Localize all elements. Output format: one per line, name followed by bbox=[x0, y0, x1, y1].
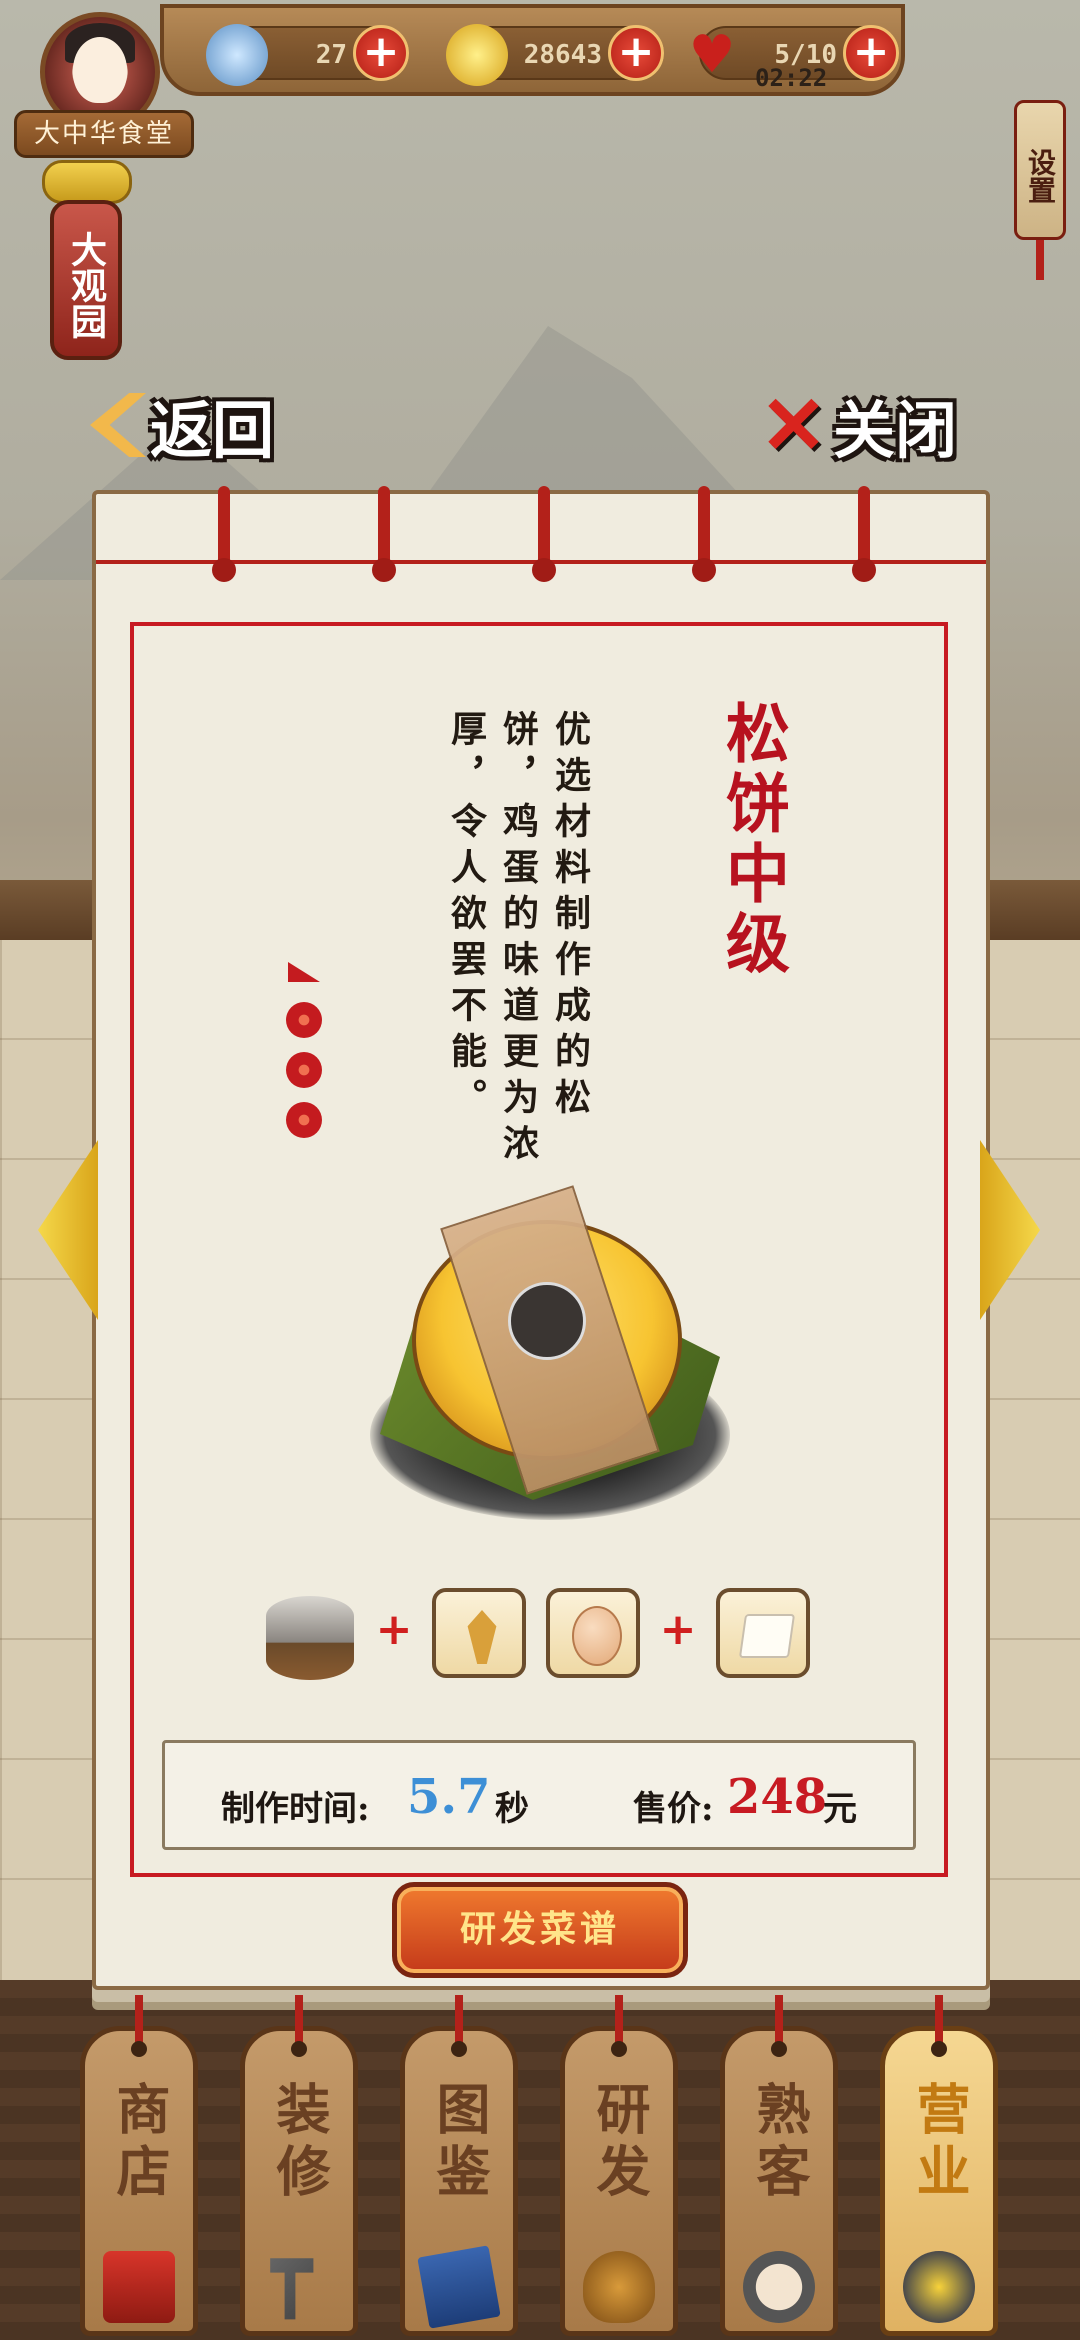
rating-flower-icon bbox=[286, 1052, 322, 1088]
nav-label: 营业 bbox=[907, 2081, 971, 2205]
egg-icon[interactable] bbox=[546, 1588, 640, 1678]
close-button[interactable]: ✕ 关闭 bbox=[760, 378, 1000, 472]
coin-resource: 28643 + bbox=[446, 24, 664, 86]
tofu-icon[interactable] bbox=[716, 1588, 810, 1678]
price-label: 售价: bbox=[633, 1789, 714, 1829]
hammer-icon bbox=[270, 2258, 314, 2320]
price-unit: 元 bbox=[823, 1789, 857, 1829]
ingot-resource: 27 + bbox=[206, 24, 409, 86]
nav-label: 图鉴 bbox=[427, 2081, 491, 2205]
close-icon: ✕ bbox=[760, 378, 828, 472]
nav-label: 研发 bbox=[587, 2081, 651, 2205]
ingot-icon bbox=[206, 24, 268, 86]
back-label: 返回 bbox=[150, 394, 275, 467]
research-recipe-button[interactable]: 研发菜谱 bbox=[392, 1882, 688, 1978]
settings-button[interactable]: 设置 bbox=[1014, 100, 1066, 240]
recipe-info-box: 制作时间: 5.7 秒 售价: 248 元 bbox=[162, 1740, 916, 1850]
rating-marker-icon bbox=[288, 962, 320, 982]
bow-decoration bbox=[42, 160, 132, 204]
ingot-count: 27 bbox=[315, 40, 347, 70]
rating-flower-icon bbox=[286, 1002, 322, 1038]
scroll-ring bbox=[692, 486, 716, 582]
time-label: 制作时间: bbox=[221, 1789, 370, 1829]
shop-chest-icon bbox=[103, 2251, 175, 2323]
back-arrow-icon bbox=[90, 393, 146, 457]
tassel-decoration bbox=[1036, 240, 1044, 280]
recipe-description: 优选材料制作成的松饼，鸡蛋的味道更为浓厚，令人欲罢不能。 bbox=[445, 710, 591, 1170]
seal-stamp bbox=[508, 1282, 586, 1360]
add-coin-button[interactable]: + bbox=[608, 25, 664, 81]
add-ingot-button[interactable]: + bbox=[353, 25, 409, 81]
coin-count: 28643 bbox=[523, 40, 602, 70]
back-button[interactable]: 返回 bbox=[90, 385, 350, 467]
ingredients-row: + + bbox=[262, 1588, 822, 1684]
heart-icon: ♥ bbox=[688, 25, 736, 85]
customer-icon bbox=[743, 2251, 815, 2323]
scroll-ring bbox=[372, 486, 396, 582]
wheat-icon[interactable] bbox=[432, 1588, 526, 1678]
recipe-title: 松饼中级 bbox=[715, 700, 790, 980]
flour-drum-icon[interactable] bbox=[262, 1588, 356, 1680]
nav-tab-collection[interactable]: 图鉴 bbox=[400, 1995, 518, 2336]
avatar-face bbox=[73, 37, 127, 103]
nav-tab-research[interactable]: 研发 bbox=[560, 1995, 678, 2336]
price-value: 248 bbox=[727, 1769, 828, 1825]
plus-icon: + bbox=[375, 1604, 413, 1655]
scroll-ring bbox=[532, 486, 556, 582]
wok-icon bbox=[903, 2251, 975, 2323]
restaurant-name: 大中华食堂 bbox=[14, 110, 194, 158]
add-heart-button[interactable]: + bbox=[843, 25, 899, 81]
nav-label: 装修 bbox=[267, 2081, 331, 2205]
coin-icon bbox=[446, 24, 508, 86]
heart-timer: 02:22 bbox=[755, 64, 828, 92]
nav-label: 熟客 bbox=[747, 2081, 811, 2205]
nav-label: 商店 bbox=[107, 2081, 171, 2205]
time-unit: 秒 bbox=[495, 1789, 529, 1829]
recipe-rating bbox=[282, 960, 326, 1140]
pancake-dish-image bbox=[360, 1185, 740, 1520]
nav-tab-business[interactable]: 营业 bbox=[880, 1995, 998, 2336]
plus-icon: + bbox=[659, 1604, 697, 1655]
nav-tab-regulars[interactable]: 熟客 bbox=[720, 1995, 838, 2336]
time-value: 5.7 bbox=[407, 1769, 491, 1825]
bottom-nav: 商店 装修 图鉴 研发 熟客 营业 bbox=[0, 1990, 1080, 2340]
scroll-ring bbox=[212, 486, 236, 582]
nav-tab-shop[interactable]: 商店 bbox=[80, 1995, 198, 2336]
area-sign-button[interactable]: 大观园 bbox=[50, 200, 122, 360]
pot-icon bbox=[583, 2251, 655, 2323]
close-label: 关闭 bbox=[833, 394, 958, 467]
book-icon bbox=[417, 2245, 501, 2329]
nav-tab-decorate[interactable]: 装修 bbox=[240, 1995, 358, 2336]
scroll-ring bbox=[852, 486, 876, 582]
rating-flower-icon bbox=[286, 1102, 322, 1138]
